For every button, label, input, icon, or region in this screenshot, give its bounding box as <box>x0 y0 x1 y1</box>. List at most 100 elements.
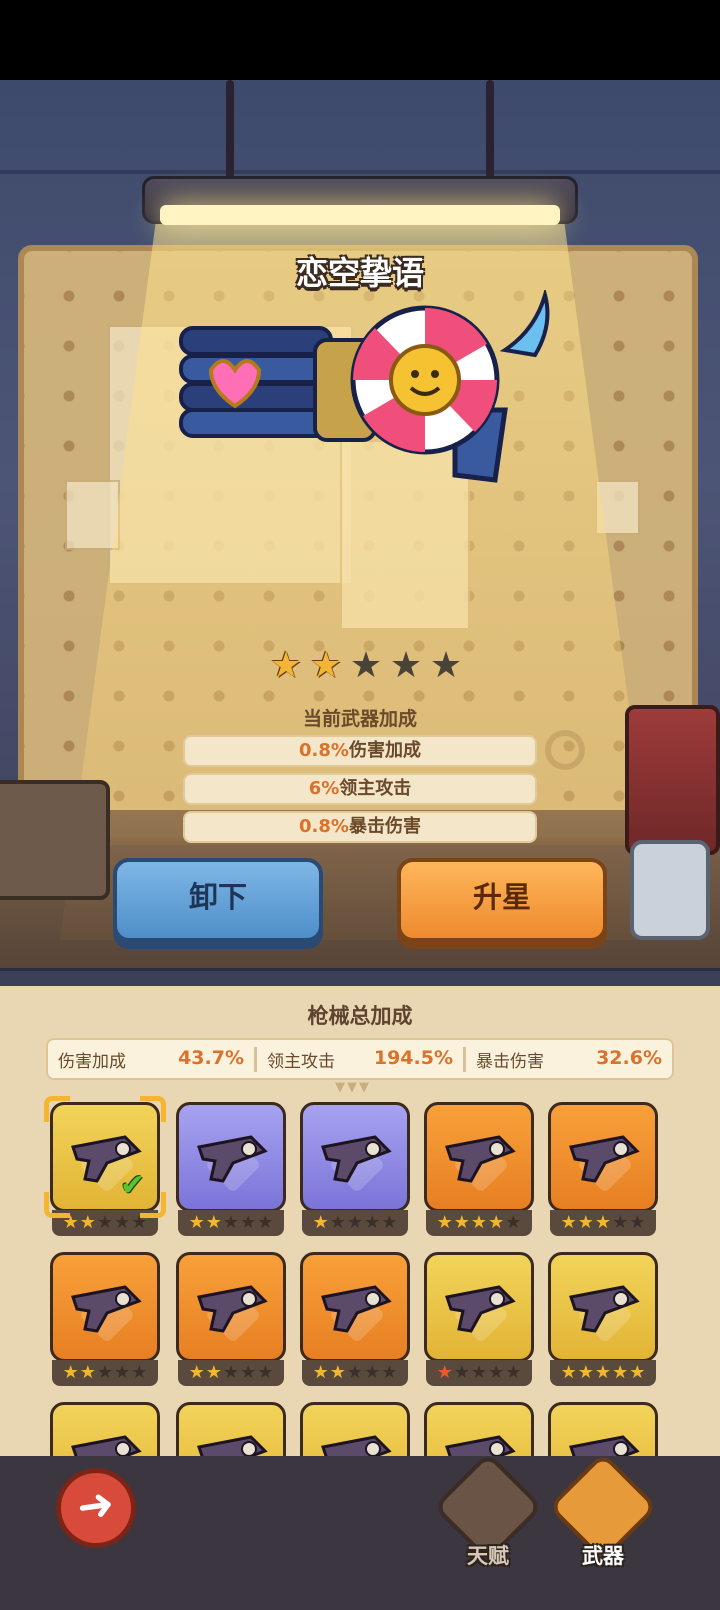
gun-icon <box>321 1285 392 1333</box>
star-empty-icon: ★ <box>470 1362 488 1383</box>
weapon-card[interactable] <box>548 1102 658 1212</box>
star-filled-icon: ★ <box>205 1212 222 1233</box>
weapon-card[interactable] <box>300 1402 410 1456</box>
chevron-down-icon: ▼▼▼ <box>335 1080 371 1095</box>
star-empty-icon: ★ <box>389 645 423 686</box>
gun-icon <box>569 1435 640 1456</box>
total-value: 194.5% <box>373 1046 453 1069</box>
gun-icon <box>445 1435 516 1456</box>
total-lord-attack: 领主攻击 194.5% <box>254 1046 463 1072</box>
star-filled-icon: ★ <box>312 1212 329 1233</box>
gun-icon <box>197 1435 268 1456</box>
star-filled-icon: ★ <box>205 1362 222 1383</box>
equipped-check-icon: ✔ <box>120 1168 146 1203</box>
weapon-card[interactable] <box>176 1102 286 1212</box>
star-empty-icon: ★ <box>346 1212 364 1233</box>
selection-corner <box>140 1096 166 1122</box>
total-bonus-bar: 伤害加成 43.7% 领主攻击 194.5% 暴击伤害 32.6% <box>46 1038 674 1080</box>
mug <box>630 840 710 940</box>
weapon-name: 恋空挚语 <box>295 254 424 292</box>
card-star-rating: ★ ★ ★ ★ ★ <box>550 1210 656 1236</box>
weapon-card[interactable] <box>424 1102 534 1212</box>
star-empty-icon: ★ <box>222 1212 240 1233</box>
card-star-rating: ★ ★ ★ ★ ★ <box>426 1360 532 1386</box>
unequip-button[interactable]: 卸下 <box>113 858 323 942</box>
star-empty-icon: ★ <box>349 645 383 686</box>
weapon-card[interactable] <box>548 1252 658 1362</box>
star-filled-icon: ★ <box>560 1362 577 1383</box>
star-filled-icon: ★ <box>309 645 343 686</box>
total-value: 43.7% <box>178 1046 244 1069</box>
star-empty-icon: ★ <box>629 1212 646 1233</box>
weapon-card[interactable] <box>424 1252 534 1362</box>
status-bar <box>0 0 720 80</box>
weapon-card[interactable] <box>548 1402 658 1456</box>
star-empty-icon: ★ <box>257 1362 274 1383</box>
weapon-card[interactable] <box>424 1402 534 1456</box>
weapon-card[interactable] <box>300 1102 410 1212</box>
star-filled-icon: ★ <box>629 1362 646 1383</box>
star-filled-icon: ★ <box>577 1362 594 1383</box>
star-empty-icon: ★ <box>346 1362 364 1383</box>
star-filled-icon: ★ <box>188 1212 205 1233</box>
star-filled-icon: ★ <box>329 1362 346 1383</box>
wall-pipe <box>0 170 720 174</box>
card-star-rating: ★ ★ ★ ★ ★ <box>302 1210 408 1236</box>
bottom-nav: ➜ 天赋 武器 <box>0 1451 720 1610</box>
weapon-card[interactable] <box>176 1252 286 1362</box>
toolbox <box>0 780 110 900</box>
star-empty-icon: ★ <box>222 1362 240 1383</box>
weapon-card[interactable] <box>50 1252 160 1362</box>
current-bonus-title: 当前武器加成 <box>302 708 417 730</box>
lamp-cord <box>486 80 494 190</box>
weapon-card[interactable] <box>50 1402 160 1456</box>
tab-talent[interactable]: 天赋 <box>432 1451 544 1576</box>
lamp-tube <box>160 205 560 225</box>
weapon-star-rating: ★ ★ ★ ★ ★ <box>268 648 464 684</box>
note-paper <box>65 480 120 550</box>
bonus-label: 伤害加成 <box>348 740 421 761</box>
weapon-card[interactable] <box>176 1402 286 1456</box>
total-label: 暴击伤害 <box>476 1051 544 1072</box>
star-empty-icon: ★ <box>240 1362 257 1383</box>
bonus-label: 暴击伤害 <box>348 816 421 837</box>
star-empty-icon: ★ <box>612 1212 629 1233</box>
bonus-row-damage: 0.8%伤害加成 <box>183 735 537 767</box>
star-filled-icon: ★ <box>488 1212 505 1233</box>
total-label: 伤害加成 <box>58 1051 126 1072</box>
gun-icon <box>569 1285 640 1333</box>
star-empty-icon: ★ <box>114 1362 131 1383</box>
weapon-card[interactable] <box>300 1252 410 1362</box>
total-damage: 伤害加成 43.7% <box>48 1047 254 1072</box>
lamp-cord <box>226 80 234 190</box>
gun-icon <box>569 1135 640 1183</box>
bonus-label: 领主攻击 <box>339 778 412 799</box>
star-filled-icon: ★ <box>188 1362 205 1383</box>
star-empty-icon: ★ <box>364 1362 381 1383</box>
upgrade-star-button[interactable]: 升星 <box>397 858 607 942</box>
star-empty-icon: ★ <box>364 1212 381 1233</box>
total-crit-damage: 暴击伤害 32.6% <box>463 1046 672 1072</box>
card-star-rating: ★ ★ ★ ★ ★ <box>302 1360 408 1386</box>
gun-icon <box>445 1135 516 1183</box>
gun-icon <box>445 1285 516 1333</box>
star-empty-icon: ★ <box>114 1212 131 1233</box>
bonus-value: 0.8% <box>299 740 349 761</box>
gun-icon <box>197 1285 268 1333</box>
star-filled-icon: ★ <box>312 1362 329 1383</box>
bonus-value: 6% <box>308 778 340 799</box>
star-empty-icon: ★ <box>488 1362 505 1383</box>
star-filled-icon: ★ <box>577 1212 594 1233</box>
star-filled-icon: ★ <box>269 645 303 686</box>
star-filled-icon: ★ <box>612 1362 629 1383</box>
gun-icon <box>197 1135 268 1183</box>
star-empty-icon: ★ <box>257 1212 274 1233</box>
tab-weapon[interactable]: 武器 <box>547 1451 659 1576</box>
card-star-rating: ★ ★ ★ ★ ★ <box>178 1360 284 1386</box>
star-filled-icon: ★ <box>470 1212 488 1233</box>
gun-icon <box>321 1135 392 1183</box>
tab-label: 天赋 <box>467 1544 509 1568</box>
back-arrow-icon[interactable]: ➜ <box>50 1462 142 1554</box>
star-filled-icon: ★ <box>594 1362 612 1383</box>
star-empty-icon: ★ <box>381 1362 398 1383</box>
